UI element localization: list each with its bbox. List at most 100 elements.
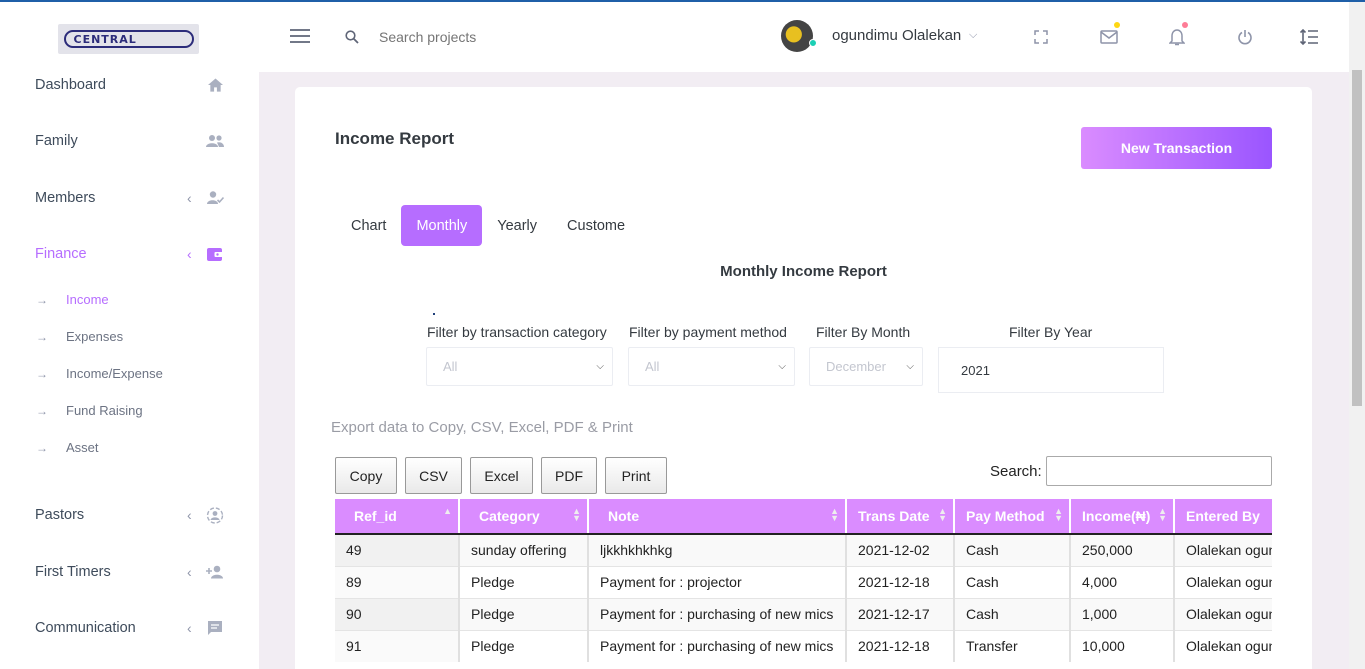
payment-filter-label: Filter by payment method (629, 324, 787, 340)
column-header-income[interactable]: Income(₦) ▲ ▼ (1070, 499, 1175, 535)
logo-text: CENTRAL (63, 30, 194, 48)
cell-ref-id: 49 (335, 533, 460, 566)
chevron-left-icon: ‹ (187, 246, 192, 262)
cell-note: Payment for : projector (588, 565, 847, 598)
sidebar-sub-income[interactable]: → Income (36, 292, 109, 307)
mail-badge-dot (1114, 22, 1120, 28)
sidebar-sub-expenses[interactable]: → Expenses (36, 329, 123, 344)
arrow-right-icon: → (36, 366, 48, 381)
mail-icon[interactable] (1099, 27, 1119, 47)
month-filter-label: Filter By Month (816, 324, 911, 340)
sidebar-item-pastors[interactable]: Pastors ‹ (35, 506, 225, 524)
tab-yearly[interactable]: Yearly (482, 205, 552, 246)
arrow-right-icon: → (36, 440, 48, 455)
family-icon (205, 132, 225, 150)
tab-chart[interactable]: Chart (336, 205, 401, 246)
table-row[interactable]: 90 Pledge Payment for : purchasing of ne… (335, 597, 1272, 630)
cell-category: sunday offering (459, 533, 589, 566)
cell-entered-by: Olalekan ogundimu (1174, 597, 1272, 630)
month-filter-select[interactable]: December ⌵ (809, 347, 923, 386)
table-row[interactable]: 49 sunday offering ljkkhkhkhkg 2021-12-0… (335, 533, 1272, 566)
cell-pay-method: Cash (954, 533, 1071, 566)
sidebar-item-label: Family (35, 133, 78, 149)
cell-pay-method: Transfer (954, 629, 1071, 662)
sidebar-item-communication[interactable]: Communication ‹ (35, 619, 225, 637)
cell-income: 250,000 (1070, 533, 1175, 566)
export-buttons: Copy CSV Excel PDF Print (335, 457, 667, 494)
sort-icon: ▲ ▼ (1158, 506, 1167, 523)
search-projects-input[interactable] (379, 24, 579, 50)
chevron-down-icon: ⌵ (906, 361, 914, 372)
income-table: Ref_id ▲ ▼ Category ▲ ▼ Note ▲ ▼ Trans Date ▲ ▼ … (335, 499, 1272, 662)
sidebar-item-label: Dashboard (35, 77, 106, 93)
table-row[interactable]: 91 Pledge Payment for : purchasing of ne… (335, 629, 1272, 662)
top-navbar: ogundimu Olalekan ⌵ (259, 2, 1349, 72)
select-value: All (645, 359, 660, 374)
column-header-entered-by[interactable]: Entered By (1174, 499, 1272, 535)
table-search-input[interactable] (1046, 456, 1272, 486)
sidebar-item-label: Members (35, 190, 96, 206)
sidebar-item-first-timers[interactable]: First Timers ‹ (35, 563, 225, 581)
cell-note: ljkkhkhkhkg (588, 533, 847, 566)
cell-pay-method: Cash (954, 597, 1071, 630)
sidebar-item-dashboard[interactable]: Dashboard (35, 76, 225, 94)
cell-category: Pledge (459, 597, 589, 630)
pastor-icon (205, 506, 225, 524)
username[interactable]: ogundimu Olalekan (832, 27, 961, 44)
tab-monthly[interactable]: Monthly (401, 205, 483, 246)
cell-category: Pledge (459, 629, 589, 662)
power-icon[interactable] (1235, 27, 1255, 47)
account-check-icon (205, 189, 225, 207)
chevron-down-icon[interactable]: ⌵ (969, 29, 977, 42)
excel-button[interactable]: Excel (470, 457, 533, 494)
cell-note: Payment for : purchasing of new mics (588, 597, 847, 630)
sort-icon: ▲ ▼ (572, 506, 581, 523)
brand-logo[interactable]: CENTRAL (58, 24, 199, 54)
home-icon (205, 76, 225, 94)
page-title: Income Report (335, 129, 455, 148)
category-filter-select[interactable]: All ⌵ (426, 347, 613, 386)
cell-category: Pledge (459, 565, 589, 598)
bell-icon[interactable] (1167, 27, 1187, 47)
sidebar-item-label: First Timers (35, 564, 111, 580)
column-header-trans-date[interactable]: Trans Date ▲ ▼ (846, 499, 955, 535)
sidebar-sub-fund-raising[interactable]: → Fund Raising (36, 403, 143, 418)
column-header-category[interactable]: Category ▲ ▼ (459, 499, 589, 535)
fullscreen-icon[interactable] (1031, 27, 1051, 47)
csv-button[interactable]: CSV (405, 457, 462, 494)
menu-toggle-icon[interactable] (290, 29, 310, 48)
arrow-right-icon: → (36, 292, 48, 307)
sidebar-item-members[interactable]: Members ‹ (35, 189, 225, 207)
arrow-right-icon: → (36, 403, 48, 418)
chevron-down-icon: ⌵ (596, 361, 604, 372)
cell-ref-id: 91 (335, 629, 460, 662)
column-header-note[interactable]: Note ▲ ▼ (588, 499, 847, 535)
copy-button[interactable]: Copy (335, 457, 397, 494)
chevron-left-icon: ‹ (187, 564, 192, 580)
tab-custome[interactable]: Custome (552, 205, 640, 246)
cell-income: 10,000 (1070, 629, 1175, 662)
sidebar-item-family[interactable]: Family (35, 132, 225, 150)
cell-trans-date: 2021-12-17 (846, 597, 955, 630)
print-button[interactable]: Print (605, 457, 667, 494)
sidebar-item-finance[interactable]: Finance ‹ (35, 245, 225, 263)
column-header-pay-method[interactable]: Pay Method ▲ ▼ (954, 499, 1071, 535)
new-transaction-button[interactable]: New Transaction (1081, 127, 1272, 169)
table-row[interactable]: 89 Pledge Payment for : projector 2021-1… (335, 565, 1272, 598)
pdf-button[interactable]: PDF (541, 457, 597, 494)
year-filter-input[interactable]: 2021 (938, 347, 1164, 393)
format-line-spacing-icon[interactable] (1299, 27, 1319, 47)
avatar[interactable] (781, 20, 813, 52)
sidebar: CENTRAL Dashboard Family Members ‹ Finan… (0, 2, 259, 669)
sidebar-sub-income-expense[interactable]: → Income/Expense (36, 366, 163, 381)
scrollbar-thumb[interactable] (1352, 70, 1362, 406)
payment-filter-select[interactable]: All ⌵ (628, 347, 795, 386)
table-search-label: Search: (990, 463, 1042, 480)
sort-icon: ▲ ▼ (1054, 506, 1063, 523)
select-value: All (443, 359, 458, 374)
column-header-ref-id[interactable]: Ref_id ▲ ▼ (335, 499, 460, 535)
chevron-down-icon: ⌵ (778, 361, 786, 372)
page-scrollbar[interactable] (1349, 2, 1365, 669)
chevron-left-icon: ‹ (187, 507, 192, 523)
sidebar-sub-asset[interactable]: → Asset (36, 440, 99, 455)
